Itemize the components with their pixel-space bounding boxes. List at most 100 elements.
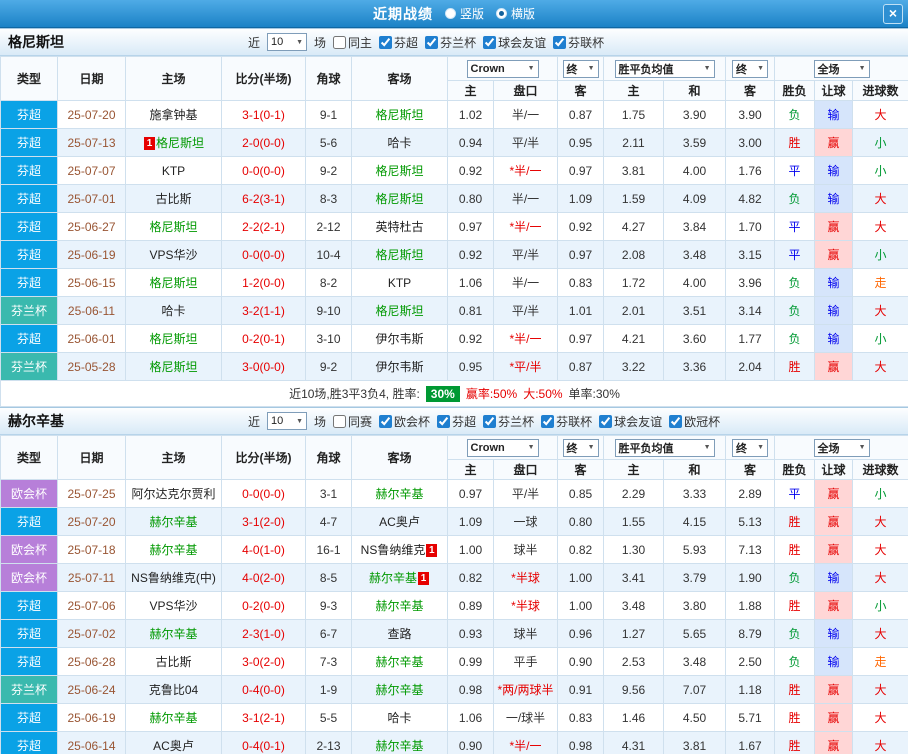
filter-option[interactable]: 同赛 <box>333 413 372 430</box>
home-team-link[interactable]: VPS华沙 <box>149 248 197 262</box>
radio-vertical-layout[interactable]: 竖版 <box>444 5 484 22</box>
home-team-link[interactable]: 古比斯 <box>155 192 191 206</box>
filter-option[interactable]: 芬兰杯 <box>425 34 476 51</box>
handicap-odds-home: 0.89 <box>447 591 494 620</box>
filter-option[interactable]: 欧冠杯 <box>669 413 720 430</box>
filter-option[interactable]: 欧会杯 <box>379 413 430 430</box>
scope-select[interactable]: 全场 ▼ <box>813 59 870 78</box>
filter-option[interactable]: 芬超 <box>437 413 476 430</box>
avg-odds-home: 3.48 <box>603 591 664 620</box>
league-badge: 芬超 <box>0 703 58 732</box>
home-team-link[interactable]: 哈卡 <box>161 304 185 318</box>
result-wdl: 胜 <box>774 731 815 754</box>
away-team-link[interactable]: 赫尔辛基 <box>375 683 423 697</box>
handicap-line: 半/一 <box>493 100 558 129</box>
filter-checkbox[interactable] <box>425 35 439 49</box>
filter-checkbox[interactable] <box>599 414 613 428</box>
home-team-link[interactable]: 格尼斯坦 <box>149 276 197 290</box>
handicap-odds-home: 0.97 <box>447 212 494 241</box>
filter-option[interactable]: 球会友谊 <box>599 413 662 430</box>
filter-checkbox[interactable] <box>483 35 497 49</box>
away-team-link[interactable]: 赫尔辛基 <box>375 739 423 753</box>
filter-option[interactable]: 芬联杯 <box>553 34 604 51</box>
away-team-link[interactable]: 英特杜古 <box>375 220 423 234</box>
away-team-link[interactable]: KTP <box>388 276 411 290</box>
home-team-link[interactable]: 克鲁比04 <box>149 683 198 697</box>
handicap-result: 输 <box>814 563 853 592</box>
filter-option[interactable]: 芬兰杯 <box>483 413 534 430</box>
filter-option[interactable]: 同主 <box>333 34 372 51</box>
final-odds-select[interactable]: 终 ▼ <box>562 438 599 457</box>
home-team-link[interactable]: VPS华沙 <box>149 599 197 613</box>
match-row: 芬超 25-06-27 格尼斯坦 2-2(2-1) 2-12 英特杜古 0.97 *半/一 0.… <box>0 212 908 241</box>
filter-checkbox[interactable] <box>669 414 683 428</box>
filter-checkbox[interactable] <box>553 35 567 49</box>
handicap-odds-home: 0.94 <box>447 128 494 157</box>
corner-score: 9-2 <box>305 156 352 185</box>
filter-option[interactable]: 芬联杯 <box>541 413 592 430</box>
match-count-select[interactable]: 10 ▼ <box>267 412 308 430</box>
filter-checkbox[interactable] <box>333 414 347 428</box>
avg-odds-away: 4.82 <box>725 184 775 213</box>
away-team-link[interactable]: 赫尔辛基 <box>375 655 423 669</box>
filter-option[interactable]: 芬超 <box>379 34 418 51</box>
avg-odds-draw: 3.59 <box>663 128 726 157</box>
scope-select[interactable]: 全场 ▼ <box>813 438 870 457</box>
games-label: 场 <box>314 35 327 50</box>
away-team-link[interactable]: NS鲁纳维克 <box>361 543 426 557</box>
home-team-link[interactable]: 赫尔辛基 <box>149 515 197 529</box>
radio-horizontal-layout[interactable]: 横版 <box>496 5 535 22</box>
home-team-link[interactable]: 施拿钟基 <box>149 108 197 122</box>
home-team-link[interactable]: 阿尔达克尔贾利 <box>131 487 215 501</box>
avg-odds-select[interactable]: 胜平负均值 ▼ <box>614 59 715 78</box>
away-team-link[interactable]: 格尼斯坦 <box>375 164 423 178</box>
away-team-link[interactable]: 哈卡 <box>387 136 411 150</box>
home-team-link[interactable]: NS鲁纳维克(中) <box>131 571 216 585</box>
home-team-link[interactable]: 格尼斯坦 <box>156 136 204 150</box>
away-team-link[interactable]: 伊尔韦斯 <box>375 332 423 346</box>
final-odds-select[interactable]: 终 ▼ <box>562 59 599 78</box>
match-date: 25-05-28 <box>57 352 126 381</box>
away-team-link[interactable]: AC奥卢 <box>379 515 420 529</box>
away-team-link[interactable]: 格尼斯坦 <box>375 192 423 206</box>
away-team-link[interactable]: 格尼斯坦 <box>375 248 423 262</box>
bookmaker-select[interactable]: Crown ▼ <box>466 59 539 78</box>
matches-table-2: 类型 日期 主场 比分(半场) 角球 客场 Crown ▼ 终 ▼ 胜平负均值 … <box>0 435 908 754</box>
away-team-link[interactable]: 查路 <box>387 627 411 641</box>
filter-option[interactable]: 球会友谊 <box>483 34 546 51</box>
summary-row: 近10场,胜3平3负4, 胜率: 30% 赢率:50% 大:50% 单率:30% <box>0 380 908 407</box>
home-team-link[interactable]: 格尼斯坦 <box>149 360 197 374</box>
home-team-link[interactable]: KTP <box>162 164 185 178</box>
filter-checkbox[interactable] <box>379 414 393 428</box>
away-team-link[interactable]: 赫尔辛基 <box>375 487 423 501</box>
match-count-select[interactable]: 10 ▼ <box>267 33 308 51</box>
match-row: 欧会杯 25-07-25 阿尔达克尔贾利 0-0(0-0) 3-1 赫尔辛基 0.97 平/半… <box>0 479 908 508</box>
away-team-link[interactable]: 哈卡 <box>387 711 411 725</box>
home-team-link[interactable]: 赫尔辛基 <box>149 711 197 725</box>
home-team-link[interactable]: 赫尔辛基 <box>149 627 197 641</box>
filter-checkbox[interactable] <box>333 35 347 49</box>
away-team-link[interactable]: 赫尔辛基 <box>375 599 423 613</box>
filter-checkbox[interactable] <box>483 414 497 428</box>
handicap-line: *半/一 <box>493 731 558 754</box>
bookmaker-select[interactable]: Crown ▼ <box>466 438 539 457</box>
filter-checkbox[interactable] <box>541 414 555 428</box>
avg-odds-select[interactable]: 胜平负均值 ▼ <box>614 438 715 457</box>
close-button[interactable]: × <box>883 4 903 24</box>
home-team-link[interactable]: AC奥卢 <box>153 739 194 753</box>
avg-odds-home: 3.41 <box>603 563 664 592</box>
final-score: 3-0(0-0) <box>221 352 306 381</box>
away-team-link[interactable]: 格尼斯坦 <box>375 304 423 318</box>
home-team-link[interactable]: 赫尔辛基 <box>149 543 197 557</box>
handicap-line: 球半 <box>493 535 558 564</box>
away-team-link[interactable]: 赫尔辛基 <box>369 571 417 585</box>
home-team-link[interactable]: 格尼斯坦 <box>149 220 197 234</box>
home-team-link[interactable]: 古比斯 <box>155 655 191 669</box>
filter-checkbox[interactable] <box>437 414 451 428</box>
home-team-link[interactable]: 格尼斯坦 <box>149 332 197 346</box>
final-avg-select[interactable]: 终 ▼ <box>732 59 768 78</box>
final-avg-select[interactable]: 终 ▼ <box>732 438 768 457</box>
away-team-link[interactable]: 格尼斯坦 <box>375 108 423 122</box>
away-team-link[interactable]: 伊尔韦斯 <box>375 360 423 374</box>
filter-checkbox[interactable] <box>379 35 393 49</box>
